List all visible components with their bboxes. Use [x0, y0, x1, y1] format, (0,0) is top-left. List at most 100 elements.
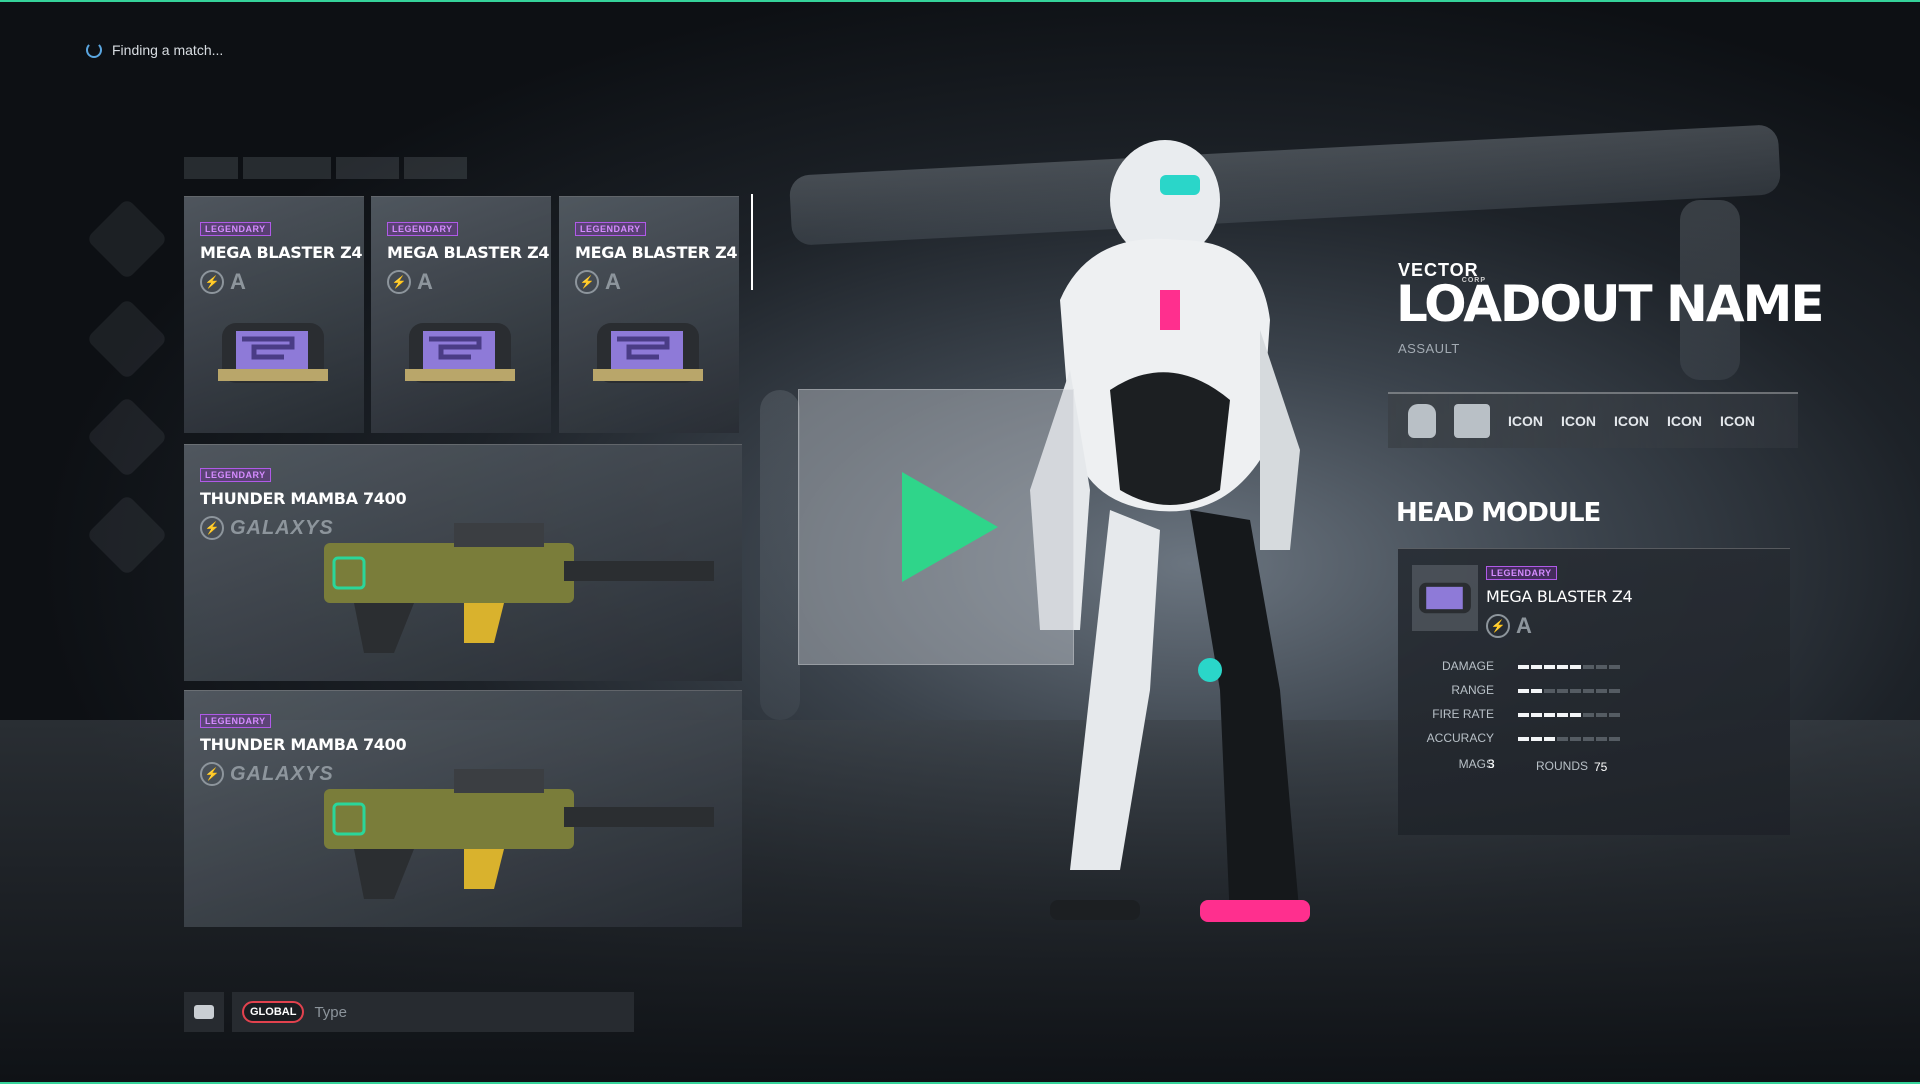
spinner-icon: [86, 42, 102, 58]
stat-segment: [1557, 737, 1568, 741]
rarity-badge: LEGENDARY: [200, 222, 271, 236]
canister-image: [218, 323, 328, 383]
rifle-image: [324, 769, 714, 899]
brand-letter: A: [605, 269, 621, 294]
tab-1[interactable]: [184, 157, 238, 179]
rounds-value: 75: [1594, 760, 1608, 774]
weapon-card[interactable]: LEGENDARY THUNDER MAMBA 7400 ⚡ GALAXYS: [184, 690, 742, 927]
weapon-card[interactable]: LEGENDARY MEGA BLASTER Z4 ⚡ A: [559, 196, 739, 433]
brand-letter: A: [1516, 613, 1532, 638]
tab-3[interactable]: [336, 157, 399, 179]
stat-segment: [1570, 737, 1581, 741]
bolt-icon: ⚡: [1486, 614, 1510, 638]
stat-segment: [1596, 713, 1607, 717]
icon-slot[interactable]: ICON: [1508, 413, 1543, 429]
video-preview[interactable]: [798, 389, 1074, 665]
stat-segment: [1609, 689, 1620, 693]
stat-segment: [1544, 737, 1555, 741]
canister-image: [405, 323, 515, 383]
stat-segment: [1609, 713, 1620, 717]
rifle-image: [324, 523, 714, 653]
stat-segment: [1557, 689, 1568, 693]
weapon-card[interactable]: LEGENDARY MEGA BLASTER Z4 ⚡ A: [184, 196, 364, 433]
stat-segment: [1583, 737, 1594, 741]
stat-segment: [1570, 689, 1581, 693]
icon-slot[interactable]: ICON: [1614, 413, 1649, 429]
bolt-icon: ⚡: [200, 762, 224, 786]
module-name: MEGA BLASTER Z4: [1486, 587, 1633, 606]
stat-label: RANGE: [1451, 683, 1494, 697]
stat-label: FIRE RATE: [1432, 707, 1494, 721]
stat-segment: [1596, 689, 1607, 693]
stat-segment: [1557, 665, 1568, 669]
module-heading: HEAD MODULE: [1396, 498, 1601, 528]
weapon-card[interactable]: LEGENDARY MEGA BLASTER Z4 ⚡ A: [371, 196, 551, 433]
stat-segment: [1544, 665, 1555, 669]
stat-label: DAMAGE: [1441, 659, 1494, 673]
stat-segment: [1531, 713, 1542, 717]
stat-segment: [1531, 665, 1542, 669]
stat-segment: [1583, 713, 1594, 717]
rounds-label: ROUNDS: [1536, 759, 1589, 773]
icon-slot[interactable]: ICON: [1720, 413, 1755, 429]
bolt-icon: ⚡: [200, 270, 224, 294]
mags-label: MAGS: [1458, 757, 1494, 771]
chat-channel[interactable]: GLOBAL: [242, 1001, 305, 1023]
stat-segment: [1531, 689, 1542, 693]
armor-icon[interactable]: [1454, 404, 1490, 438]
stat-segment: [1570, 665, 1581, 669]
stat-bar: [1518, 689, 1620, 693]
stat-segment: [1570, 713, 1581, 717]
bolt-icon: ⚡: [200, 516, 224, 540]
stat-segment: [1544, 689, 1555, 693]
chat-icon: [194, 1005, 214, 1019]
brand-letter: A: [417, 269, 433, 294]
stat-segment: [1518, 665, 1529, 669]
brand-letter: A: [230, 269, 246, 294]
stat-segment: [1609, 665, 1620, 669]
stat-segment: [1596, 665, 1607, 669]
stat-segment: [1544, 713, 1555, 717]
weapon-name: MEGA BLASTER Z4: [200, 243, 363, 262]
rarity-badge: LEGENDARY: [200, 468, 271, 482]
icon-slot[interactable]: ICON: [1667, 413, 1702, 429]
icon-bar: ICON ICON ICON ICON ICON: [1388, 392, 1798, 448]
stat-segment: [1583, 665, 1594, 669]
loadout-class: ASSAULT: [1398, 341, 1460, 356]
stat-segment: [1518, 689, 1529, 693]
icon-slot[interactable]: ICON: [1561, 413, 1596, 429]
chat-bar: GLOBAL: [232, 992, 634, 1032]
chat-input[interactable]: [312, 1002, 617, 1022]
status-text: Finding a match...: [112, 42, 224, 58]
bolt-icon: ⚡: [387, 270, 411, 294]
weapon-name: MEGA BLASTER Z4: [387, 243, 550, 262]
loadout-title: LOADOUT NAME: [1396, 275, 1825, 333]
module-thumbnail: [1412, 565, 1478, 631]
stat-bar: [1518, 665, 1620, 669]
matchmaking-status: Finding a match...: [86, 42, 223, 58]
stat-segment: [1531, 737, 1542, 741]
tab-2[interactable]: [243, 157, 331, 179]
canister-image: [1419, 582, 1471, 614]
helmet-icon[interactable]: [1408, 404, 1436, 438]
stat-label: ACCURACY: [1426, 731, 1494, 745]
stat-bar: [1518, 713, 1620, 717]
canister-image: [593, 323, 703, 383]
mags-value: 3: [1488, 757, 1495, 771]
rarity-badge: LEGENDARY: [200, 714, 271, 728]
rarity-badge: LEGENDARY: [1486, 566, 1557, 580]
list-scrollbar[interactable]: [751, 194, 753, 290]
stat-segment: [1518, 737, 1529, 741]
chat-button[interactable]: [184, 992, 224, 1032]
tab-4[interactable]: [404, 157, 467, 179]
rarity-badge: LEGENDARY: [387, 222, 458, 236]
weapon-card[interactable]: LEGENDARY THUNDER MAMBA 7400 ⚡ GALAXYS: [184, 444, 742, 681]
play-icon[interactable]: [902, 472, 998, 582]
weapon-name: MEGA BLASTER Z4: [575, 243, 738, 262]
stat-segment: [1557, 713, 1568, 717]
bolt-icon: ⚡: [575, 270, 599, 294]
stat-segment: [1518, 713, 1529, 717]
rarity-badge: LEGENDARY: [575, 222, 646, 236]
stat-bar: [1518, 737, 1620, 741]
module-detail-panel: LEGENDARY MEGA BLASTER Z4 ⚡ A DAMAGE RANG…: [1398, 548, 1790, 835]
